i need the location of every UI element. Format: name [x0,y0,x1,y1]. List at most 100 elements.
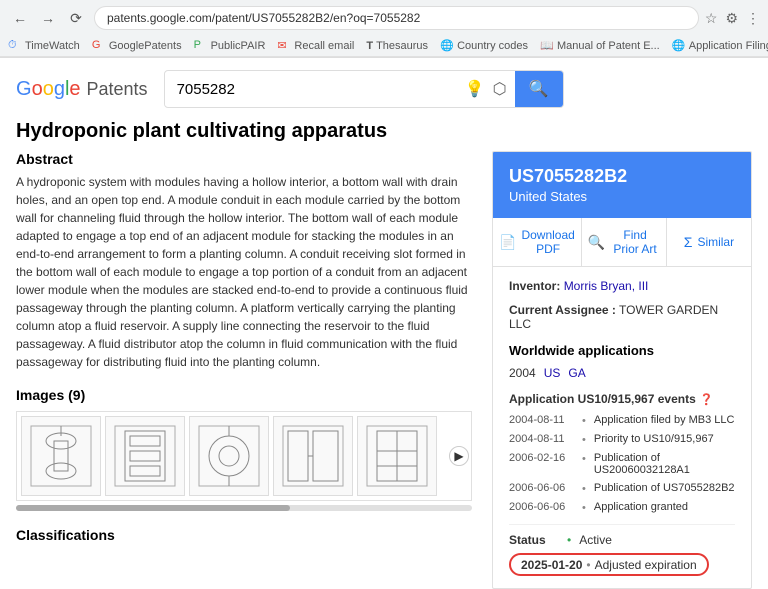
voice-search-icon[interactable]: 💡 [465,79,485,99]
expiry-desc: Adjusted expiration [595,558,697,572]
page-header: Google Patents 💡 ⬡ 🔍 [0,58,768,108]
panel-body: Inventor: Morris Bryan, III Current Assi… [493,267,751,588]
search-button[interactable]: 🔍 [515,71,563,107]
bookmark-thesaurus[interactable]: T Thesaurus [366,40,428,52]
images-strip: ▶ [16,411,472,501]
toolbar-icons: ☆ ⚙ ⋮ [705,10,760,27]
download-pdf-icon: 📄 [499,234,516,251]
status-label: Status [509,533,559,547]
images-section: Images (9) [16,387,472,511]
address-bar[interactable]: patents.google.com/patent/US7055282B2/en… [94,6,699,30]
event-desc-0: Application filed by MB3 LLC [594,414,735,426]
similar-button[interactable]: Σ Similar [667,218,751,266]
bookmark-timewatch[interactable]: ⏱ TimeWatch [8,39,80,53]
bookmark-recall[interactable]: ✉ Recall email [277,39,354,53]
left-column: Abstract A hydroponic system with module… [16,151,472,589]
expiry-circle: 2025-01-20 • Adjusted expiration [509,553,709,576]
bookmark-appfiling[interactable]: 🌐 Application Filing G... [672,39,768,53]
search-icons: 💡 ⬡ [457,79,515,99]
patent-info-panel: US7055282B2 United States 📄 Download PDF… [492,151,752,589]
find-prior-art-icon: 🔍 [588,234,605,251]
search-bar: 💡 ⬡ 🔍 [164,70,564,108]
images-scroll-right[interactable]: ▶ [449,446,469,466]
panel-patent-number: US7055282B2 [509,166,735,187]
menu-icon[interactable]: ⋮ [746,10,760,27]
event-date-0: 2004-08-11 [509,414,574,426]
event-row-0: 2004-08-11 • Application filed by MB3 LL… [509,414,735,427]
patent-image-3[interactable] [189,416,269,496]
forward-button[interactable]: → [36,6,60,30]
event-dot-2: • [582,453,586,465]
status-dot: • [567,533,571,547]
event-desc-4: Application granted [594,501,735,513]
patent-image-1[interactable] [21,416,101,496]
inventor-value: Morris Bryan, III [564,279,649,293]
expiry-date: 2025-01-20 [521,558,582,572]
bookmark-countrycodes[interactable]: 🌐 Country codes [440,39,528,53]
bookmark-googlepatents[interactable]: G GooglePatents [92,39,182,53]
inventor-field: Inventor: Morris Bryan, III [509,279,735,293]
abstract-heading: Abstract [16,151,472,167]
url-text: patents.google.com/patent/US7055282B2/en… [107,11,686,25]
bookmark-appfiling-icon: 🌐 [672,39,686,53]
patent-image-5[interactable] [357,416,437,496]
bookmark-thesaurus-icon: T [366,40,373,52]
images-scrollbar [16,505,472,511]
logo-text: Google [16,78,81,101]
worldwide-year-links: 2004 US GA [509,366,735,380]
event-row-2: 2006-02-16 • Publication of US2006003212… [509,452,735,476]
events-help-icon[interactable]: ❓ [700,393,714,406]
event-dot-3: • [582,483,586,495]
find-prior-art-button[interactable]: 🔍 Find Prior Art [582,218,667,266]
status-row: Status • Active [509,524,735,547]
event-desc-2: Publication of US20060032128A1 [594,452,735,476]
bookmark-timewatch-icon: ⏱ [8,39,22,53]
event-dot-4: • [582,502,586,514]
search-input[interactable] [165,73,457,106]
inventor-link[interactable]: Morris Bryan, III [564,279,649,293]
images-heading: Images (9) [16,387,472,403]
bookmark-recall-icon: ✉ [277,39,291,53]
worldwide-us-link[interactable]: US [544,366,561,380]
expiry-row: 2025-01-20 • Adjusted expiration [509,553,735,576]
bookmark-publicpair-icon: P [194,39,208,53]
similar-icon: Σ [684,234,693,250]
event-date-4: 2006-06-06 [509,501,574,513]
right-panel: US7055282B2 United States 📄 Download PDF… [492,151,752,589]
event-desc-3: Publication of US7055282B2 [594,482,735,494]
patent-image-1-svg [26,421,96,491]
worldwide-title: Worldwide applications [509,343,735,358]
event-date-3: 2006-06-06 [509,482,574,494]
worldwide-year: 2004 [509,366,536,380]
events-section: Application US10/915,967 events ❓ 2004-0… [509,392,735,514]
bookmark-googlepatents-icon: G [92,39,106,53]
patent-image-3-svg [194,421,264,491]
bookmarks-bar: ⏱ TimeWatch G GooglePatents P PublicPAIR… [0,36,768,57]
patent-image-2-svg [110,421,180,491]
logo: Google Patents [16,78,148,101]
browser-toolbar: ← → ⟳ patents.google.com/patent/US705528… [0,0,768,36]
star-icon[interactable]: ☆ [705,10,718,27]
event-dot-1: • [582,434,586,446]
reload-button[interactable]: ⟳ [64,6,88,30]
extension-icon[interactable]: ⚙ [725,10,738,27]
bookmark-manual[interactable]: 📖 Manual of Patent E... [540,39,660,53]
assignee-label: Current Assignee : [509,303,616,317]
event-row-1: 2004-08-11 • Priority to US10/915,967 [509,433,735,446]
bookmark-manual-icon: 📖 [540,39,554,53]
images-scrollbar-thumb [16,505,290,511]
assignee-field: Current Assignee : TOWER GARDEN LLC [509,303,735,331]
lens-icon[interactable]: ⬡ [493,79,507,99]
event-desc-1: Priority to US10/915,967 [594,433,735,445]
patent-image-2[interactable] [105,416,185,496]
patent-image-5-svg [362,421,432,491]
download-pdf-label: Download PDF [521,228,574,256]
abstract-section: Abstract A hydroponic system with module… [16,151,472,371]
worldwide-ga-link[interactable]: GA [568,366,585,380]
panel-country: United States [509,189,735,204]
bookmark-publicpair[interactable]: P PublicPAIR [194,39,266,53]
back-button[interactable]: ← [8,6,32,30]
event-dot-0: • [582,415,586,427]
patent-image-4[interactable] [273,416,353,496]
download-pdf-button[interactable]: 📄 Download PDF [493,218,582,266]
